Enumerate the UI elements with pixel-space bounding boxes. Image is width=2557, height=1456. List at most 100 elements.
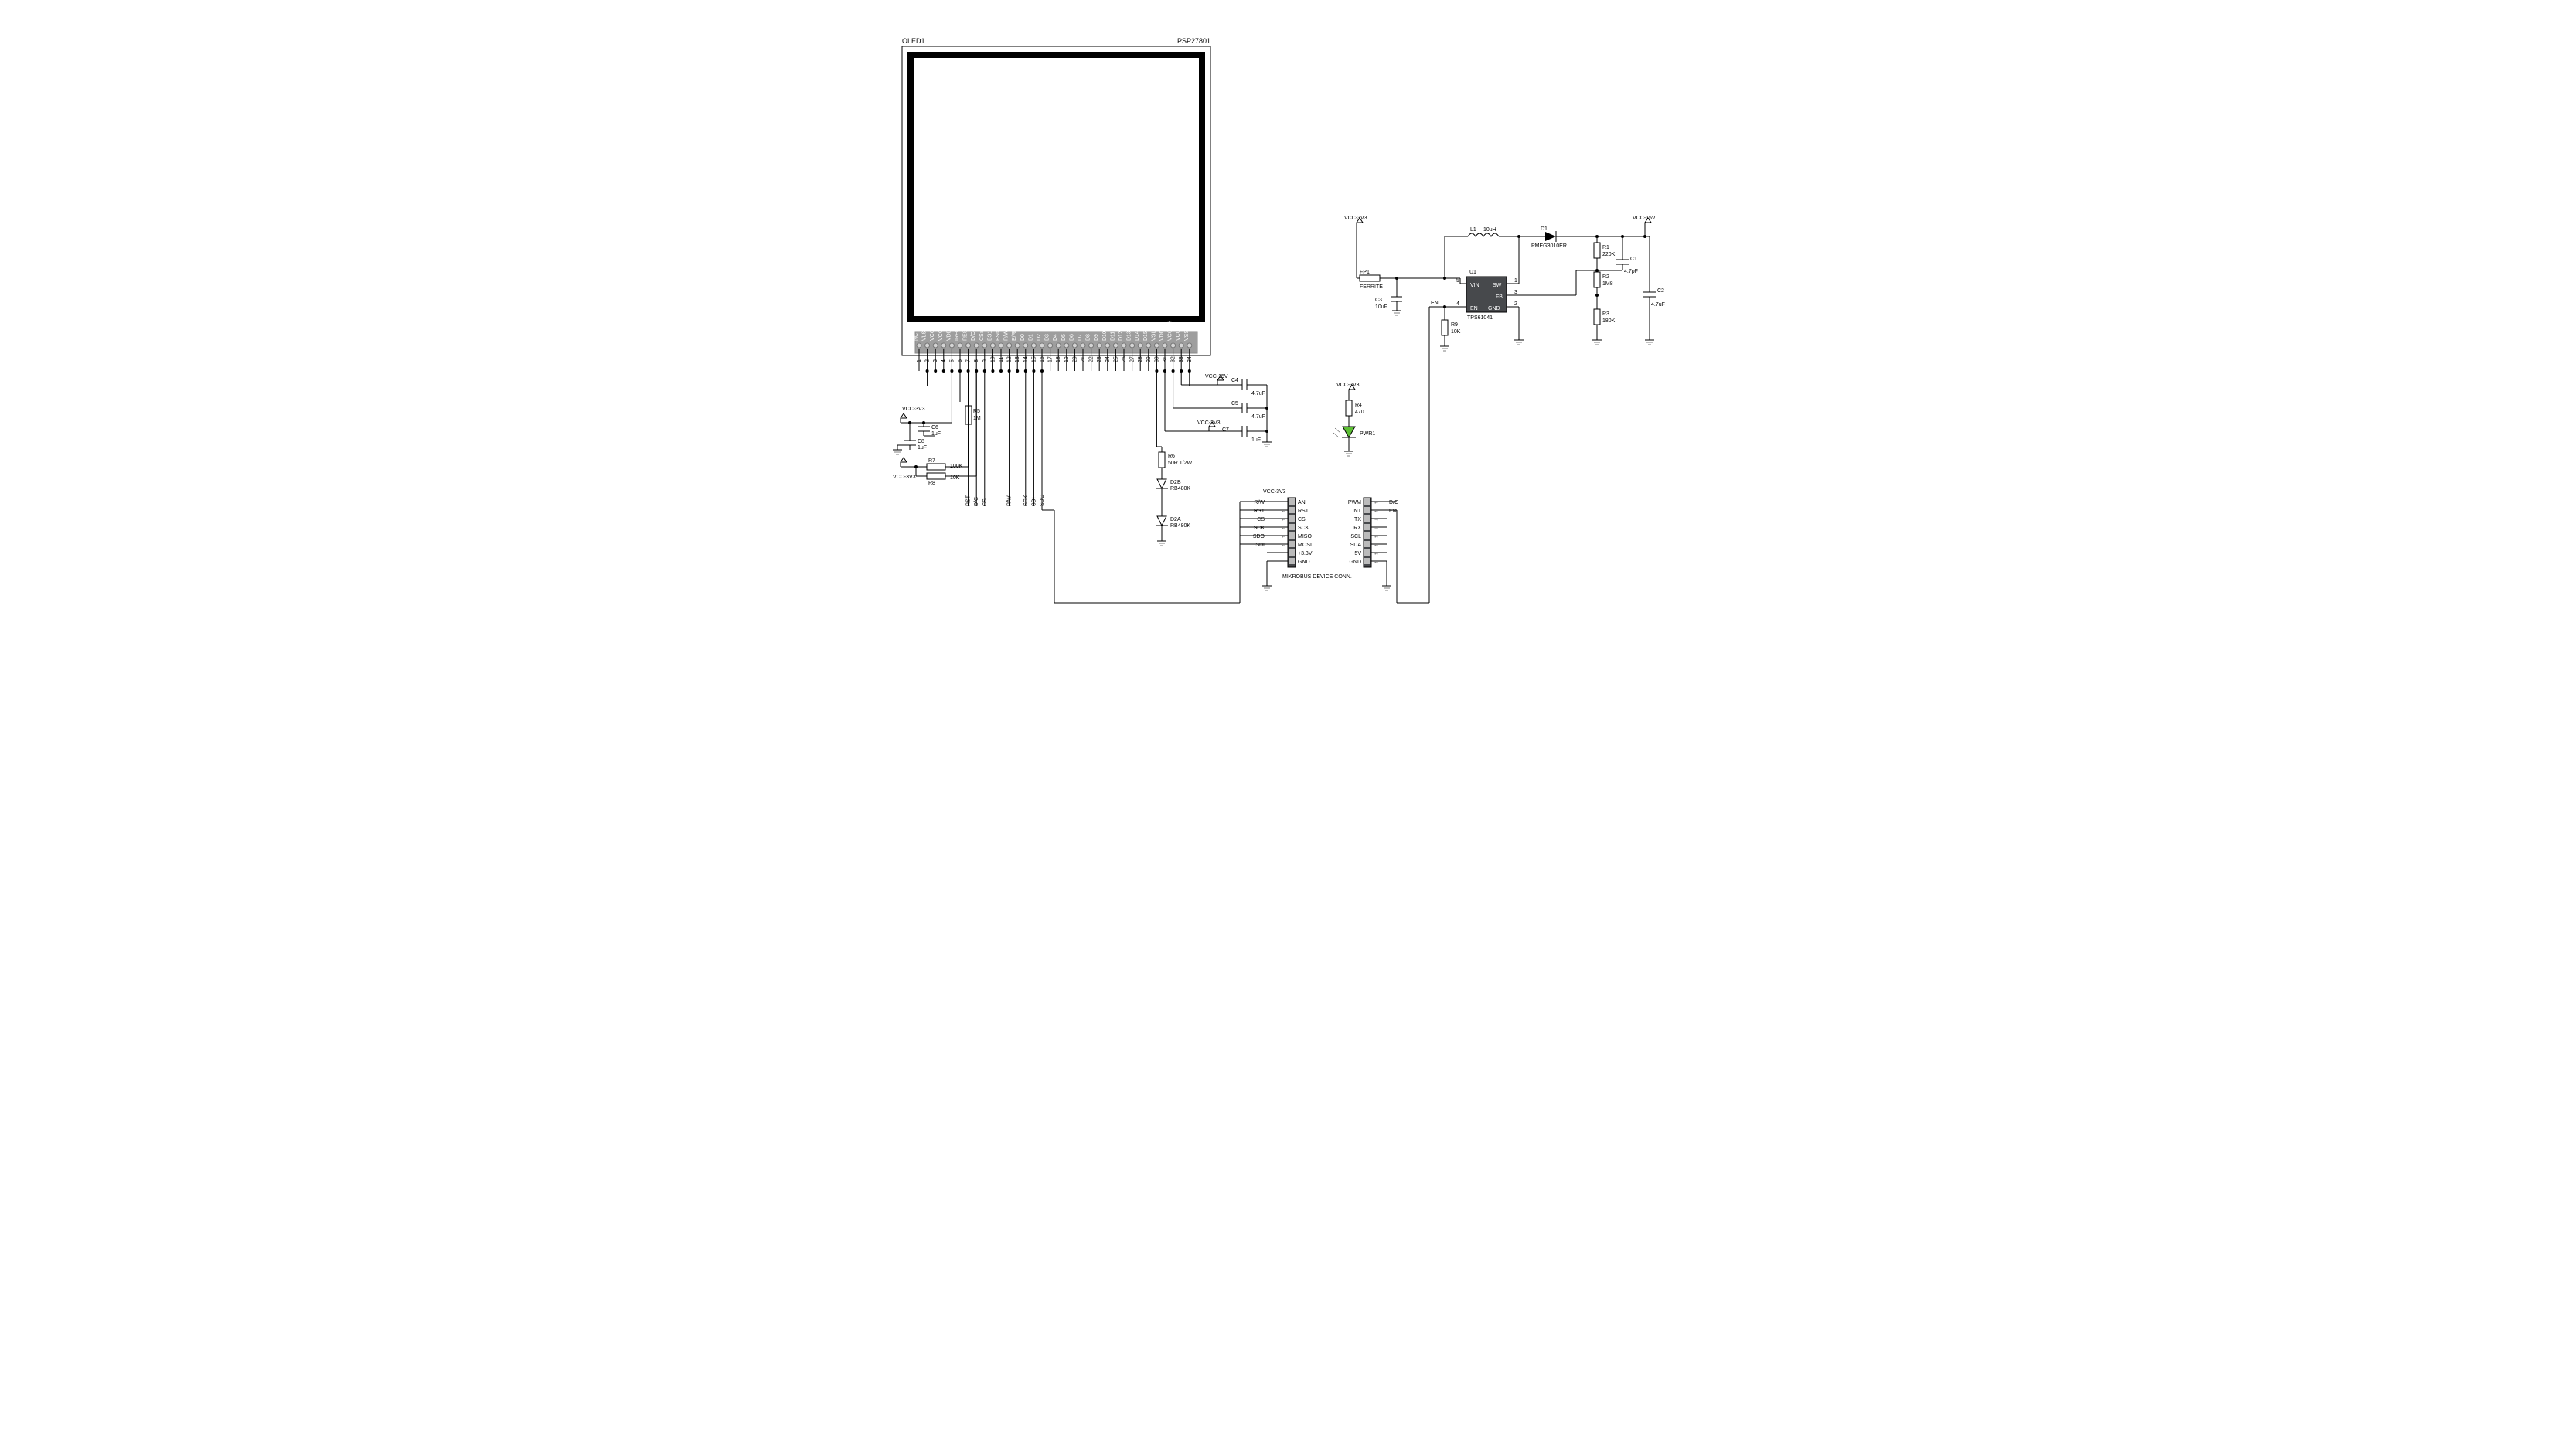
svg-text:C2: C2 (1657, 288, 1664, 294)
bus-routes (1054, 502, 1240, 603)
oled-pin-label: VDDIO (1159, 323, 1165, 341)
oled-pin-label: D9 (1094, 334, 1099, 341)
oled-pin-label: D14 (1135, 331, 1140, 341)
oled-pin-label: D13 (1127, 331, 1132, 341)
svg-text:INT: INT (1353, 509, 1362, 514)
rail-vcc33-3: VCC-3V3 (1197, 420, 1221, 426)
svg-text:14: 14 (1023, 356, 1029, 362)
svg-text:←: ← (1281, 509, 1286, 514)
svg-text:29: 29 (1146, 356, 1152, 362)
svg-text:FERRITE: FERRITE (1360, 284, 1383, 290)
oled-pin1-num: 1 (914, 325, 918, 330)
svg-text:4.7uF: 4.7uF (1251, 391, 1265, 396)
svg-text:RB480K: RB480K (1170, 523, 1190, 529)
svg-text:1: 1 (1514, 278, 1517, 284)
oled-pin-label: RES# (963, 327, 969, 341)
svg-text:5: 5 (949, 359, 955, 362)
svg-text:←: ← (1374, 509, 1379, 514)
oled-pin-label: VDD (946, 329, 952, 341)
rail-vcc33-left2: VCC-3V3 (893, 475, 916, 480)
svg-text:VIN: VIN (1470, 283, 1479, 288)
svg-text:GND: GND (1488, 306, 1500, 311)
svg-text:4.7pF: 4.7pF (1624, 269, 1638, 274)
svg-text:D1: D1 (1541, 226, 1547, 232)
rail-vcc33-6: VCC-3V3 (1263, 489, 1286, 495)
svg-text:5: 5 (1456, 278, 1459, 284)
oled-pin-label: D0 (1020, 334, 1026, 341)
svg-text:GND: GND (1298, 560, 1310, 565)
res-r5: R5 1M (965, 402, 981, 429)
svg-text:34: 34 (1187, 356, 1193, 362)
svg-text:1uF: 1uF (918, 445, 927, 451)
svg-text:4.7uF: 4.7uF (1651, 302, 1665, 308)
svg-text:R9: R9 (1451, 322, 1458, 328)
oled-pin-label: D4 (1053, 334, 1058, 341)
svg-text:+5V: +5V (1351, 551, 1361, 556)
oled-pin34-num: 34 (1191, 325, 1197, 330)
svg-text:D/C: D/C (974, 497, 979, 506)
svg-text:FB: FB (1496, 294, 1503, 300)
mikrobus-block: VCC-3V3 ANR/WRSTRST←CSCS←SCKSCK←MISOSDO←… (1240, 489, 1398, 590)
oled-pin-label: D3 (1045, 334, 1050, 341)
oled-pin-label: D2 (1037, 334, 1042, 341)
oled-pin-label: NC (914, 333, 919, 341)
oled-pin-label: E/RD# (1012, 325, 1017, 341)
svg-text:C7: C7 (1222, 427, 1229, 433)
svg-text:TX: TX (1354, 517, 1361, 522)
svg-text:50R 1/2W: 50R 1/2W (1168, 461, 1193, 466)
svg-text:SW: SW (1493, 283, 1502, 288)
svg-text:SDO: SDO (1253, 534, 1265, 539)
svg-text:1M8: 1M8 (1602, 281, 1613, 287)
svg-text:TPS61041: TPS61041 (1467, 315, 1493, 321)
svg-text:SDI: SDI (1031, 497, 1037, 506)
svg-text:←: ← (1281, 517, 1286, 522)
oled-pin-label: D/C# (971, 328, 976, 341)
svg-text:220K: 220K (1602, 252, 1616, 257)
oled-pin-label: VCC (1176, 329, 1181, 341)
svg-text:↔: ↔ (1374, 543, 1379, 548)
svg-text:3: 3 (1514, 290, 1517, 295)
svg-text:SDA: SDA (1350, 543, 1362, 548)
vsl-chain: R6 50R 1/2W D2B RB480K D2A RB480K (1156, 447, 1193, 546)
svg-text:←: ← (1281, 543, 1286, 548)
left-power-block: VCC-3V3 C6 1uF C8 1uF (893, 407, 941, 454)
svg-text:C6: C6 (931, 425, 938, 430)
cap-c8: C8 1uF (904, 436, 927, 451)
svg-text:AN: AN (1298, 500, 1306, 505)
svg-text:SDI: SDI (1255, 543, 1265, 548)
svg-text:←: ← (1281, 526, 1286, 531)
oled-pin-label: D8 (1086, 334, 1091, 341)
svg-text:24: 24 (1105, 356, 1111, 362)
svg-text:180K: 180K (1602, 318, 1616, 324)
svg-text:10K: 10K (1451, 329, 1461, 335)
svg-text:470: 470 (1355, 410, 1364, 415)
svg-text:1uF: 1uF (1251, 437, 1261, 443)
rail-vcc15-2: VCC-15V (1633, 216, 1656, 221)
rail-vcc33-5: VCC-3V3 (1344, 216, 1367, 221)
svg-text:R3: R3 (1602, 311, 1609, 317)
oled-pin-label: VSS (1184, 330, 1190, 341)
svg-text:PMEG3010ER: PMEG3010ER (1531, 243, 1567, 249)
svg-text:SCK: SCK (1298, 526, 1309, 531)
svg-text:EN: EN (1431, 301, 1439, 306)
svg-text:→: → (1374, 526, 1379, 531)
svg-text:RST: RST (966, 495, 972, 506)
svg-text:+3.3V: +3.3V (1298, 551, 1313, 556)
svg-text:RST: RST (1298, 509, 1309, 514)
oled-pin-label: D15 (1143, 331, 1149, 341)
svg-text:15: 15 (1031, 356, 1037, 362)
oled-module: OLED1 PSP27801 1 34 (902, 37, 1210, 355)
oled-pin-label: VCCI (938, 328, 944, 341)
svg-text:D/C: D/C (1389, 500, 1398, 505)
svg-text:U1: U1 (1469, 270, 1476, 275)
svg-text:EN: EN (1470, 306, 1478, 311)
oled-pin-label: D1 (1028, 334, 1033, 341)
svg-text:19: 19 (1064, 356, 1070, 362)
svg-text:D2A: D2A (1170, 517, 1181, 522)
oled-ref: OLED1 (902, 37, 925, 45)
oled-pin-label: R/W# (1004, 327, 1010, 341)
svg-text:C1: C1 (1630, 257, 1637, 262)
oled-pin-label: VSL (1151, 331, 1156, 341)
svg-text:2: 2 (1514, 301, 1517, 307)
svg-text:R1: R1 (1602, 245, 1609, 250)
